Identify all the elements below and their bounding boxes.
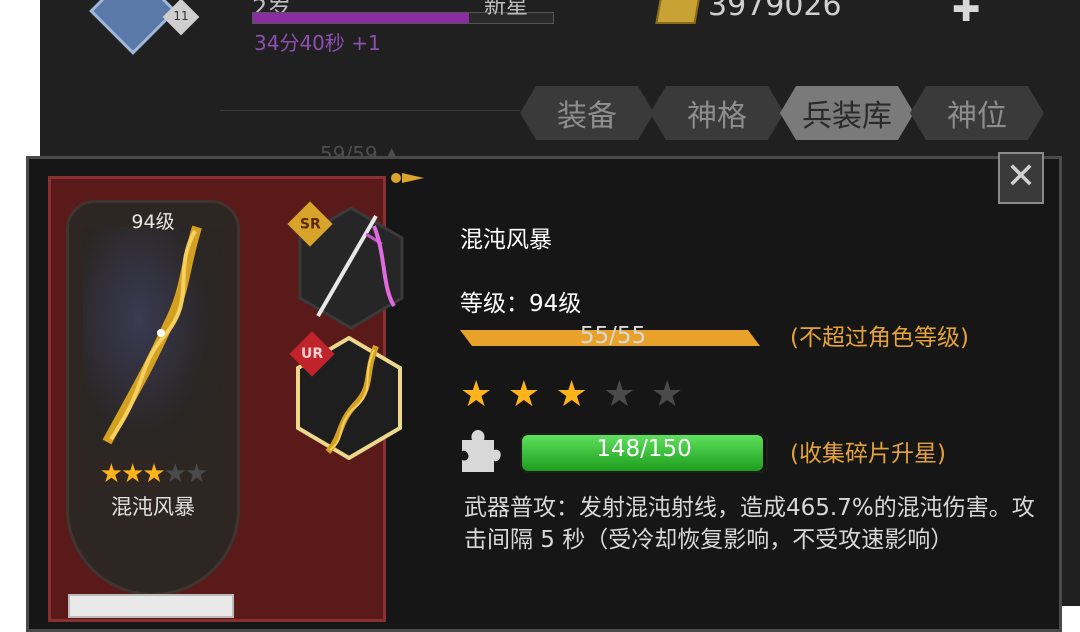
close-button[interactable]: ✕ (998, 152, 1044, 204)
weapon-description: 武器普攻：发射混沌射线，造成465.7%的混沌伤害。攻击间隔 5 秒（受冷却恢复… (464, 495, 1035, 553)
gold-amount: 3979026 (708, 0, 842, 23)
star-icon: ★ (555, 374, 590, 415)
star-icon: ★ (507, 374, 543, 415)
level-progress-text: 55/55 (579, 323, 647, 349)
weapon-level: 等级：94级 (460, 291, 582, 317)
tab-divider-line (220, 110, 520, 111)
weapon-slot-sr[interactable]: SR (287, 201, 406, 330)
level-note: (不超过角色等级) (790, 325, 969, 351)
weapon-slot-ur[interactable]: UR (289, 331, 404, 460)
weapon-title: 混沌风暴 (460, 227, 552, 253)
tab-equipment[interactable]: 装备 (520, 86, 654, 140)
star-icon: ★ (460, 374, 495, 415)
weapon-card-name: 混沌风暴 (111, 495, 195, 519)
puzzle-fragment-icon (462, 430, 501, 472)
player-emblem-icon[interactable] (89, 0, 177, 55)
xp-bar-fill (253, 13, 469, 23)
fragment-progress-text: 148/150 (596, 436, 692, 462)
weapon-card[interactable]: 94级 ★★★★★ 混沌风暴 (66, 200, 240, 596)
gold-icon (655, 0, 701, 24)
energy-timer: 34分40秒 +1 (254, 31, 381, 55)
star-icon: ★ (121, 459, 144, 489)
star-rating: ★ ★ ★ ★ ★ (460, 374, 685, 415)
tab-armory[interactable]: 兵装库 (780, 86, 914, 140)
star-icon: ★ (142, 459, 165, 489)
tab-divinity[interactable]: 神格 (650, 86, 784, 140)
emblem-level-number: 11 (173, 9, 189, 23)
star-icon: ★ (99, 459, 123, 489)
tab-bar: 装备 神格 兵装库 神位 (520, 86, 1044, 140)
weapon-card-level: 94级 (131, 211, 175, 233)
star-empty-icon: ★ (184, 459, 208, 489)
rank-text: 新星 (484, 0, 529, 19)
chaos-storm-weapon-icon (102, 225, 202, 445)
weapon-card-stars: ★★★★★ (73, 459, 233, 489)
gold-pin-ornament-icon (391, 173, 424, 183)
tab-god-position[interactable]: 神位 (910, 86, 1044, 140)
add-gold-plus-icon[interactable]: ✚ (952, 0, 981, 30)
weapon-card-action-button[interactable] (68, 594, 234, 618)
star-empty-icon: ★ (650, 374, 686, 415)
star-empty-icon: ★ (603, 374, 638, 415)
fragment-note: (收集碎片升星) (790, 441, 946, 467)
star-empty-icon: ★ (163, 459, 187, 489)
